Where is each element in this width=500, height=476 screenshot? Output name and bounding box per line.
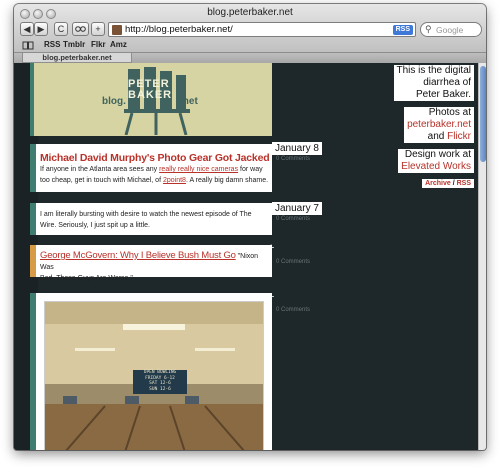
forward-button[interactable]: ▶: [34, 22, 48, 36]
brand-blog: blog.: [102, 96, 126, 107]
post-stripe: [30, 203, 36, 235]
window-title: blog.peterbaker.net: [207, 7, 293, 18]
comments-link[interactable]: 0 Comments: [276, 156, 310, 162]
url-text[interactable]: http://blog.peterbaker.net/: [125, 24, 233, 35]
post-body: I am literally bursting with desire to w…: [40, 211, 252, 229]
sidebar-intro: This is the digital diarrhea of Peter Ba…: [393, 65, 474, 101]
intro-line-1: This is the digital: [396, 65, 471, 76]
post-title[interactable]: Michael David Murphy's Photo Gear Got Ja…: [40, 152, 270, 164]
sidebar-archive: Archive / RSS: [422, 179, 474, 188]
photo-frame[interactable]: OPEN BOWLING FRIDAY 6-12 SAT 12-6 SUN 12…: [44, 301, 264, 450]
design-prefix: Design work at: [404, 149, 471, 160]
tab-bar: blog.peterbaker.net: [14, 52, 486, 63]
plus-icon[interactable]: +: [268, 291, 274, 303]
post-stripe: [30, 245, 36, 277]
post-date: January 7: [272, 202, 322, 215]
post-photo-gear: Michael David Murphy's Photo Gear Got Ja…: [30, 144, 272, 192]
quote-b: Bad. These Guys Are Worse.": [40, 275, 133, 282]
forward-icon: ▶: [37, 24, 45, 34]
2point8-link[interactable]: 2point8: [163, 177, 186, 184]
mcgovern-link[interactable]: George McGovern: Why I Believe Bush Must…: [40, 250, 236, 261]
tab-blog[interactable]: blog.peterbaker.net: [22, 53, 132, 63]
intro-line-3: Peter Baker.: [415, 89, 471, 100]
post-text-a: If anyone in the Atlanta area sees any: [40, 166, 160, 173]
post-date: January 8: [272, 142, 322, 155]
vertical-scrollbar[interactable]: [478, 63, 486, 450]
post-the-wire: I am literally bursting with desire to w…: [30, 203, 272, 235]
bookmark-amz[interactable]: Amz: [110, 40, 127, 49]
photos-prefix: Photos at: [428, 107, 471, 118]
brand-net: .net: [180, 96, 198, 107]
bookmarks-bar: RSS Tmblr Flkr Amz: [14, 40, 486, 52]
browser-window: blog.peterbaker.net ◀ ▶ C + http://blog.…: [14, 4, 486, 450]
elevated-works-link[interactable]: Elevated Works: [401, 161, 471, 173]
brand-baker: BAKER: [128, 89, 173, 101]
comments-link[interactable]: 0 Comments: [276, 307, 310, 313]
cameras-link[interactable]: really really nice cameras: [159, 166, 238, 173]
sidebar-photos: Photos at peterbaker.net and Flickr: [404, 107, 474, 143]
post-bowling-photo: OPEN BOWLING FRIDAY 6-12 SAT 12-6 SUN 12…: [30, 293, 272, 450]
add-bookmark-button[interactable]: +: [91, 22, 105, 36]
search-icon: ⚲: [425, 24, 432, 34]
back-button[interactable]: ◀: [20, 22, 34, 36]
glasses-icon: [75, 26, 86, 32]
site-favicon-icon: [112, 25, 122, 35]
safari-button[interactable]: [72, 22, 89, 36]
photos-and: and: [427, 131, 448, 142]
sidebar-rss-link[interactable]: RSS: [457, 180, 471, 187]
scrollbar-thumb[interactable]: [480, 66, 486, 162]
bookmark-flkr[interactable]: Flkr: [91, 40, 106, 49]
post-stripe: [30, 293, 36, 450]
reload-icon: C: [57, 24, 65, 34]
open-bowling-sign: OPEN BOWLING FRIDAY 6-12 SAT 12-6 SUN 12…: [133, 370, 187, 394]
address-bar[interactable]: http://blog.peterbaker.net/ RSS: [108, 22, 416, 37]
book-icon[interactable]: [22, 41, 34, 50]
comments-link[interactable]: 0 Comments: [276, 216, 310, 222]
search-placeholder: Google: [436, 25, 464, 35]
intro-line-2: diarrhea of: [423, 77, 471, 88]
bookmark-rss[interactable]: RSS: [44, 40, 60, 49]
bookmark-tmblr[interactable]: Tmblr: [63, 40, 85, 49]
archive-link[interactable]: Archive: [425, 180, 451, 187]
search-field[interactable]: ⚲ Google: [420, 22, 482, 37]
page-viewport: PETER BAKER blog. .net Michael David Mur…: [14, 63, 486, 450]
rss-badge[interactable]: RSS: [392, 25, 413, 35]
sidebar-design: Design work at Elevated Works: [398, 149, 474, 173]
header-banner[interactable]: PETER BAKER blog. .net: [30, 63, 272, 136]
post-body: George McGovern: Why I Believe Bush Must…: [40, 250, 270, 284]
post-mcgovern: George McGovern: Why I Believe Bush Must…: [30, 245, 272, 282]
plus-icon[interactable]: +: [268, 242, 274, 254]
flickr-link[interactable]: Flickr: [447, 131, 471, 142]
photos-site-link[interactable]: peterbaker.net: [407, 119, 471, 131]
post-text-c: . A really big damn shame.: [185, 177, 269, 184]
reload-button[interactable]: C: [54, 22, 68, 36]
back-icon: ◀: [23, 24, 31, 34]
banner-stripe: [30, 63, 34, 136]
post-stripe: [30, 144, 36, 192]
post-body: If anyone in the Atlanta area sees any r…: [40, 164, 270, 186]
sign-line-4: SUN 12-6: [149, 386, 171, 392]
plus-icon: +: [95, 24, 101, 34]
title-bar: blog.peterbaker.net ◀ ▶ C + http://blog.…: [14, 4, 486, 63]
comments-link[interactable]: 0 Comments: [276, 259, 310, 265]
tab-label: blog.peterbaker.net: [42, 53, 112, 62]
